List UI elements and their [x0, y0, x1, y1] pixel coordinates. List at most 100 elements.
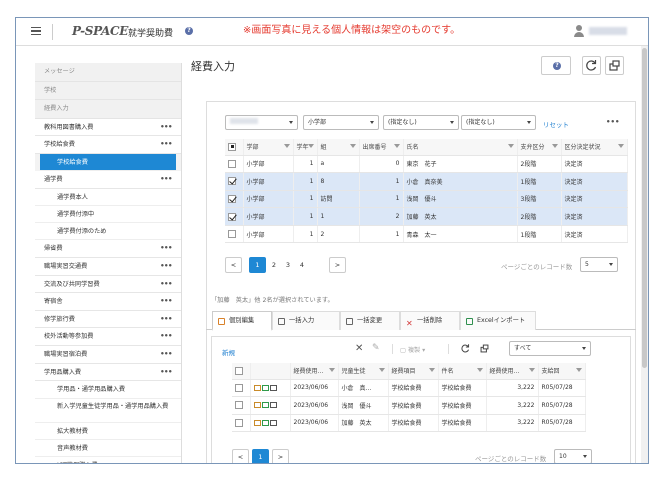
table-row[interactable]: 2023/06/06 加藤 英太 学校給食費 学校給食費 3,222 R05/07/28: [232, 414, 586, 433]
more-options-icon[interactable]: •••: [160, 328, 172, 346]
copy-icon[interactable]: [261, 419, 269, 426]
table-row[interactable]: 小学部 1 訪問 1 浅岡 優斗 3段階 決定済: [225, 190, 628, 209]
checkbox[interactable]: [228, 142, 236, 151]
checkbox[interactable]: [228, 177, 236, 186]
page-button[interactable]: 3: [283, 257, 293, 273]
column-header[interactable]: 経費使用...: [290, 363, 339, 380]
next-page-button[interactable]: >: [329, 257, 346, 273]
user-name-blurred[interactable]: [589, 27, 627, 35]
edit-icon[interactable]: [253, 402, 261, 409]
checkbox[interactable]: [228, 194, 236, 203]
sidebar-item[interactable]: 学用品購入費 •••: [35, 363, 181, 382]
checkbox[interactable]: [235, 383, 243, 392]
row-checkbox-cell[interactable]: [232, 414, 251, 433]
sidebar-item[interactable]: 校外活動等参加費 •••: [35, 328, 181, 347]
more-options-icon[interactable]: •••: [160, 276, 172, 294]
more-options-icon[interactable]: •••: [160, 311, 172, 329]
filter-icon[interactable]: [476, 368, 483, 372]
row-action-icons[interactable]: [250, 396, 291, 415]
edit-icon[interactable]: [253, 384, 261, 391]
sidebar-item[interactable]: 音声教材費: [35, 439, 181, 458]
tab-4[interactable]: ✕ 一括削除: [400, 311, 460, 330]
sidebar-item[interactable]: ICT機器購入費: [35, 457, 181, 463]
more-options-icon[interactable]: •••: [160, 136, 172, 154]
more-options-icon[interactable]: •••: [160, 346, 172, 364]
more-options-icon[interactable]: •••: [160, 293, 172, 311]
sidebar-item[interactable]: 教科用図書購入費 •••: [35, 118, 181, 137]
detail-icon[interactable]: [269, 402, 277, 409]
reset-link[interactable]: リセット: [543, 119, 569, 129]
new-window-button[interactable]: [605, 56, 624, 75]
filter-grade-select[interactable]: (指定なし): [383, 115, 459, 130]
filter-icon[interactable]: [393, 144, 400, 148]
help-icon[interactable]: ?: [185, 27, 193, 35]
prev-page-button[interactable]: <: [225, 257, 242, 273]
checkbox[interactable]: [228, 212, 236, 221]
refresh-icon[interactable]: [459, 342, 472, 355]
filter-icon[interactable]: [378, 368, 385, 372]
table-row[interactable]: 小学部 1 a 0 東京 花子 2段階 決定済: [225, 155, 628, 174]
table-row[interactable]: 2023/06/06 浅岡 優斗 学校給食費 学校給食費 3,222 R05/07/28: [232, 396, 586, 415]
detail-icon[interactable]: [269, 419, 277, 426]
column-header[interactable]: 児童生徒: [338, 363, 389, 380]
checkbox[interactable]: [235, 401, 243, 410]
filter-icon[interactable]: [283, 144, 290, 148]
page-button[interactable]: 1: [249, 257, 266, 273]
row-checkbox-cell[interactable]: [225, 172, 244, 191]
filter-class-select[interactable]: (指定なし): [461, 115, 536, 130]
scope-select[interactable]: すべて: [509, 341, 591, 356]
column-header[interactable]: 出席番号: [359, 139, 404, 156]
edit-pencil-icon[interactable]: ✎: [372, 343, 380, 353]
copy-icon[interactable]: [261, 402, 269, 409]
column-header[interactable]: 学部: [243, 139, 294, 156]
sidebar-item[interactable]: 帰省費 •••: [35, 240, 181, 259]
sidebar-item[interactable]: 職場実習交通費 •••: [35, 258, 181, 276]
sidebar-item[interactable]: 職場実習宿泊費 •••: [35, 346, 181, 364]
row-checkbox-cell[interactable]: [225, 225, 244, 244]
hamburger-menu-icon[interactable]: [31, 27, 41, 35]
checkbox[interactable]: [228, 230, 236, 239]
sidebar-item[interactable]: 通学費 •••: [35, 170, 181, 189]
column-header[interactable]: 支給回: [538, 363, 586, 380]
filter-school-select[interactable]: [225, 115, 298, 130]
tab-1[interactable]: 個別編集: [212, 311, 272, 331]
filter-icon[interactable]: [551, 144, 558, 148]
column-header[interactable]: 組: [317, 139, 360, 156]
column-header[interactable]: 件名: [438, 363, 487, 380]
more-options-icon[interactable]: •••: [160, 364, 172, 382]
column-header[interactable]: 氏名: [403, 139, 518, 156]
sidebar-item[interactable]: 修学旅行費 •••: [35, 310, 181, 329]
filter-icon[interactable]: [307, 144, 314, 148]
sidebar-item[interactable]: 通学費付添のため: [35, 223, 181, 241]
filter-icon[interactable]: [349, 144, 356, 148]
table-row[interactable]: 2023/06/06 小倉 真... 学校給食費 学校給食費 3,222 R05/07/2…: [232, 379, 586, 398]
column-header[interactable]: 経費使用...: [486, 363, 539, 380]
sidebar-item[interactable]: 通学費本人: [35, 188, 181, 206]
column-header[interactable]: [250, 363, 291, 380]
column-header[interactable]: 支弁区分: [517, 139, 562, 156]
table-row[interactable]: 小学部 1 1 2 加藤 英太 2段階 決定済: [225, 207, 628, 226]
filter-department-select[interactable]: 小学部: [303, 115, 379, 130]
more-options-icon[interactable]: •••: [160, 171, 172, 189]
tab-5[interactable]: Excelインポート: [460, 311, 536, 330]
table-row[interactable]: 小学部 1 8 1 小倉 真奈美 1段階 決定済: [225, 172, 628, 191]
new-link[interactable]: 新規: [222, 347, 235, 357]
row-checkbox-cell[interactable]: [232, 379, 251, 398]
window-icon[interactable]: [478, 342, 491, 355]
close-icon[interactable]: ✕: [355, 343, 363, 354]
detail-icon[interactable]: [269, 384, 277, 391]
copy-icon[interactable]: [261, 384, 269, 391]
prev-page-button[interactable]: <: [232, 449, 249, 463]
page-button[interactable]: 1: [252, 449, 269, 463]
filter-icon[interactable]: [428, 368, 435, 372]
checkbox[interactable]: [235, 366, 243, 375]
sidebar-item[interactable]: 拡大教材費: [35, 422, 181, 440]
column-header[interactable]: 区分決定状況: [561, 139, 628, 156]
scrollbar-thumb[interactable]: [642, 48, 647, 368]
more-options-icon[interactable]: •••: [160, 119, 172, 137]
sidebar-item[interactable]: 通学費付添中: [35, 205, 181, 224]
table-row[interactable]: 小学部 1 2 1 青森 太一 1段階 決定済: [225, 225, 628, 244]
tab-3[interactable]: 一括変更: [340, 311, 400, 330]
filter-icon[interactable]: [528, 368, 535, 372]
sidebar-item[interactable]: 寄宿舎 •••: [35, 293, 181, 311]
